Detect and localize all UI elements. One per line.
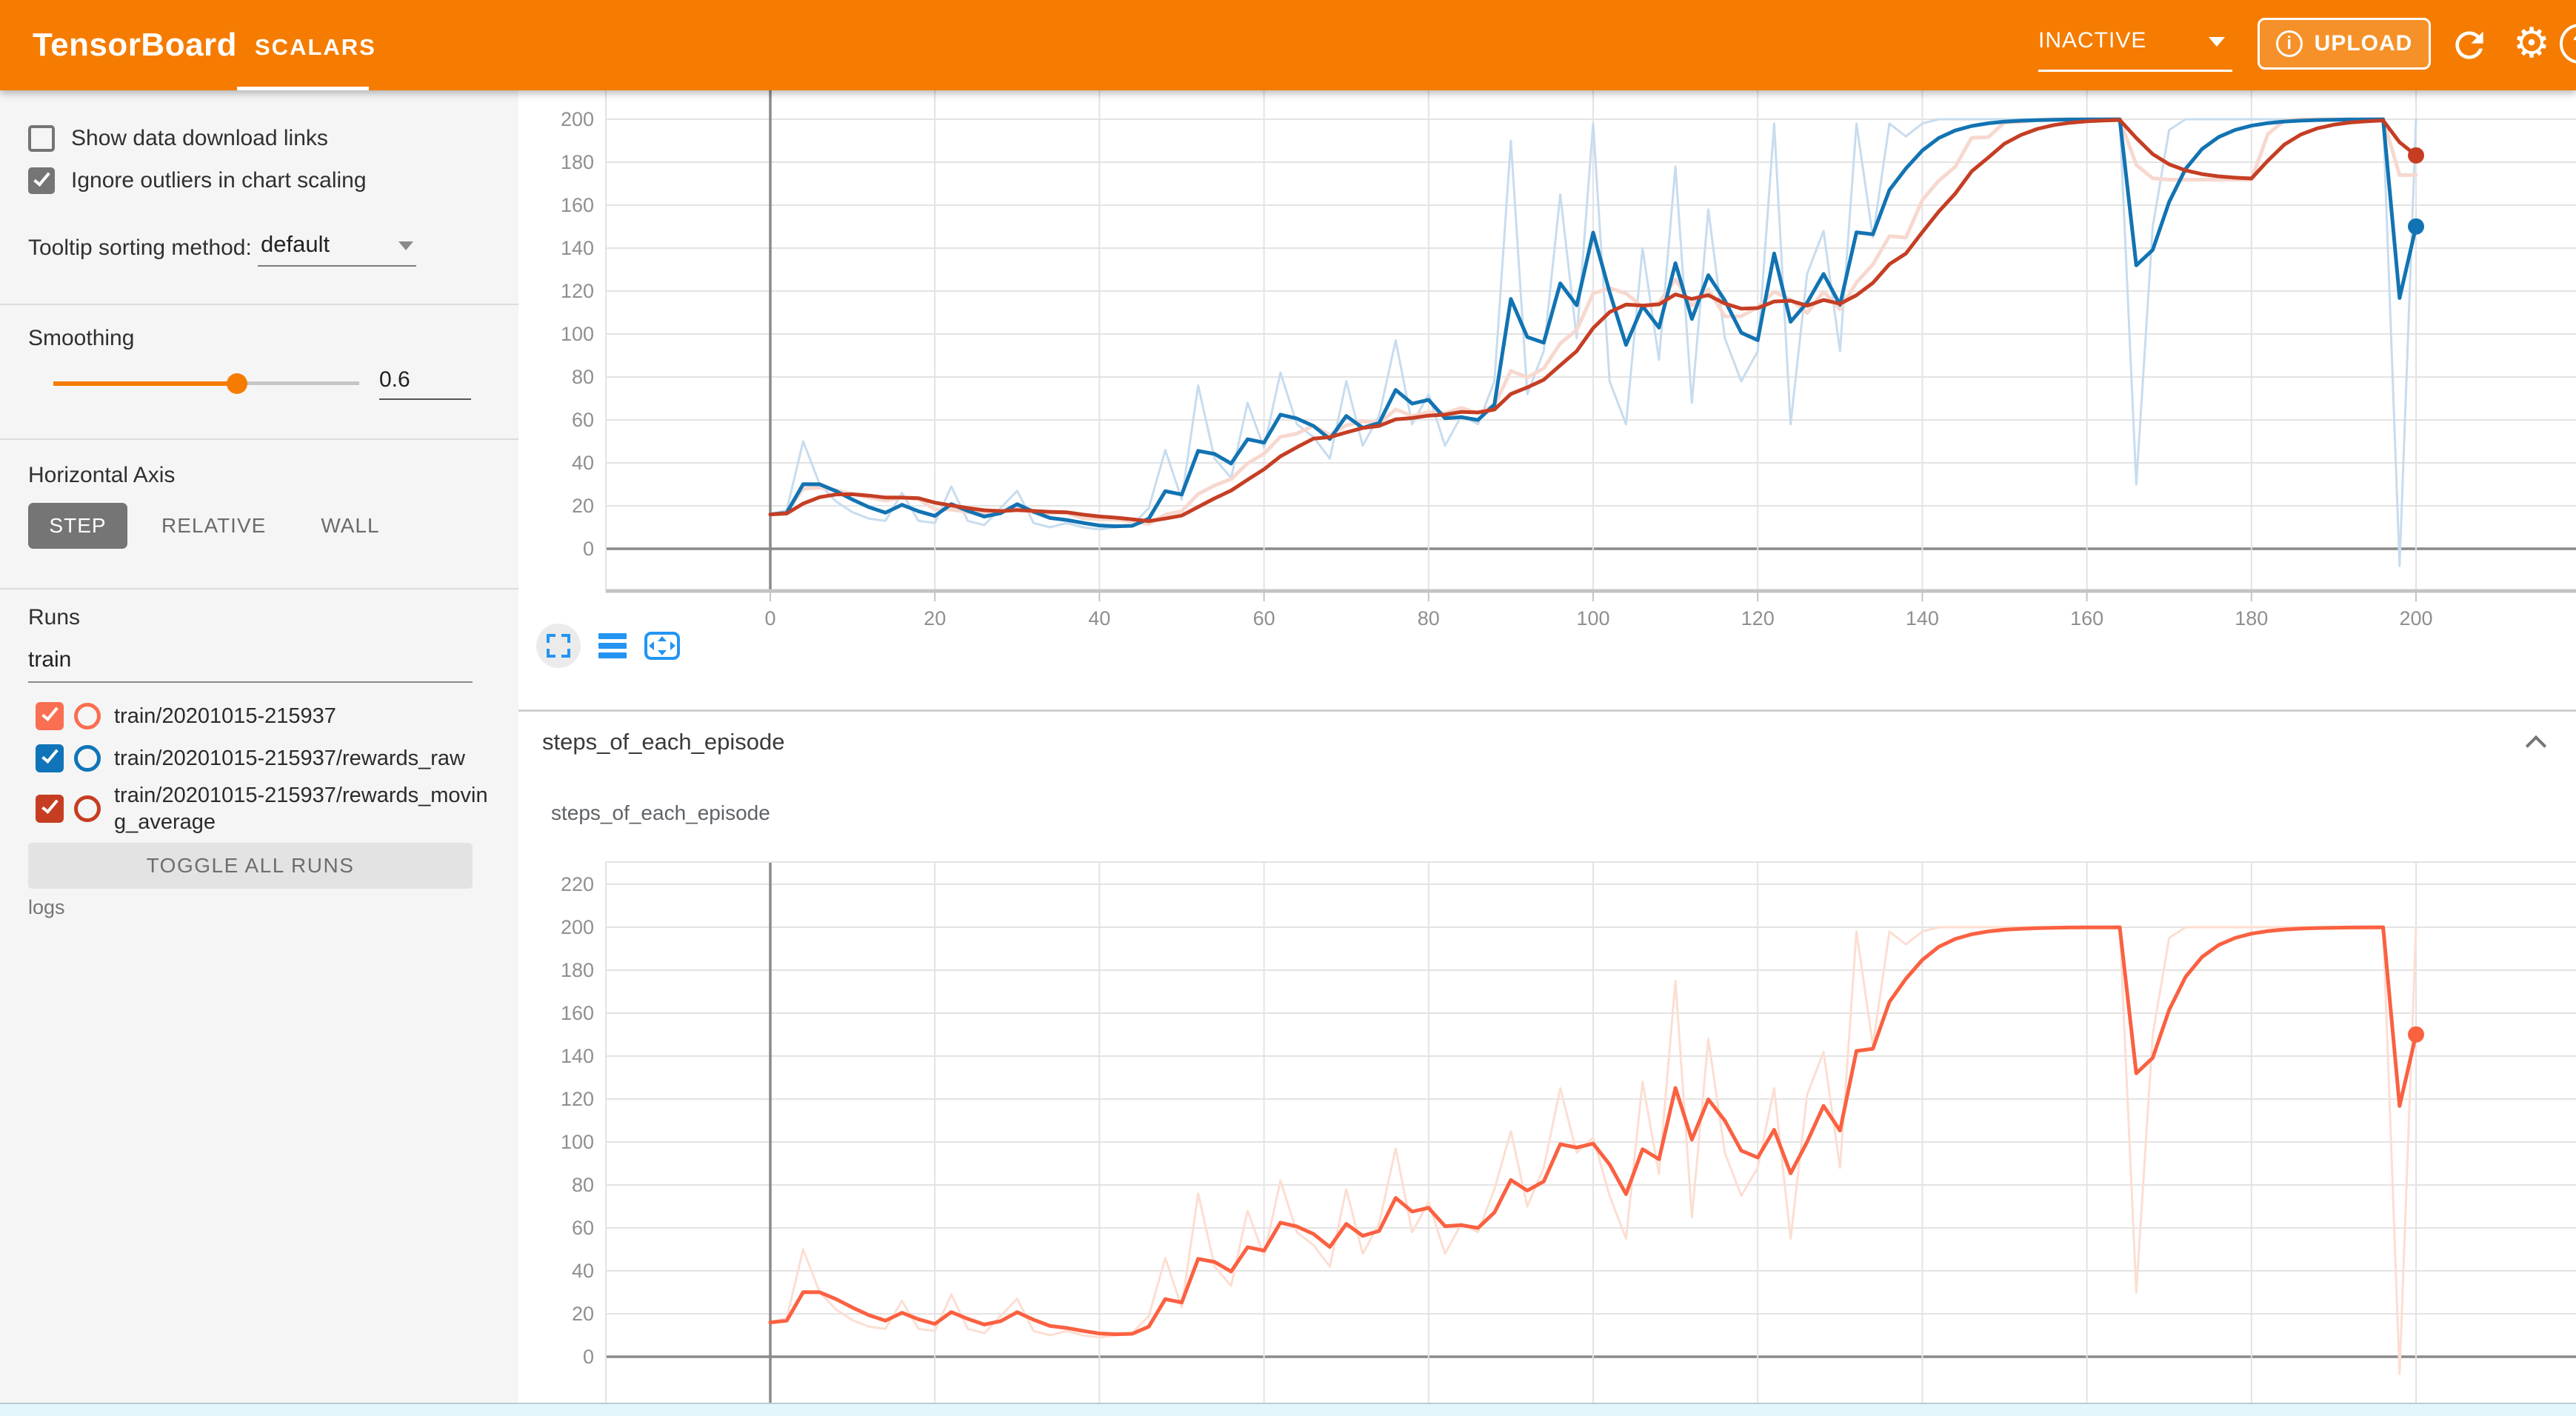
svg-text:160: 160 [2070,607,2103,629]
svg-text:40: 40 [572,1260,594,1282]
expand-icon [547,634,570,658]
svg-text:100: 100 [561,1131,594,1153]
smoothing-label: Smoothing [28,326,134,351]
run-row-2[interactable]: train/20201015-215937/rewards_moving_ave… [36,782,488,835]
svg-text:200: 200 [561,916,594,938]
svg-text:120: 120 [561,1088,594,1110]
run-row-1[interactable]: train/20201015-215937/rewards_raw [36,744,488,772]
run-checkbox[interactable] [36,702,64,730]
svg-text:160: 160 [561,194,594,216]
horizontal-axis-toggle: STEP RELATIVE WALL [28,503,401,549]
chart-toolbar [536,624,680,668]
svg-text:80: 80 [572,1174,594,1196]
svg-text:100: 100 [561,323,594,345]
svg-text:20: 20 [924,607,946,629]
upload-button[interactable]: i UPLOAD [2258,18,2431,70]
chevron-up-icon[interactable] [2526,735,2546,756]
info-icon: i [2276,30,2303,57]
axis-step-button[interactable]: STEP [28,503,127,549]
svg-text:180: 180 [2235,607,2268,629]
svg-text:80: 80 [572,366,594,388]
svg-text:100: 100 [1576,607,1609,629]
toggle-all-runs-button[interactable]: TOGGLE ALL RUNS [28,843,473,889]
rewards-scalar-chart[interactable]: 0 20 40 60 80 100 120 140 160 180 200 0 20 40 60 80 100 1… [518,90,2576,683]
settings-sidebar: Show data download links Ignore outliers… [0,90,518,1403]
smoothing-slider[interactable] [53,381,359,386]
run-checkbox[interactable] [36,744,64,772]
check-icon [33,169,50,187]
gear-icon[interactable]: ⚙ [2511,18,2552,59]
tab-scalars[interactable]: SCALARS [255,34,376,61]
run-row-0[interactable]: train/20201015-215937 [36,702,488,730]
ignore-outliers-checkbox[interactable] [28,167,55,194]
data-status-label: INACTIVE [2038,28,2146,53]
show-download-links-checkbox[interactable] [28,125,55,152]
rewards-chart-card: 0 20 40 60 80 100 120 140 160 180 200 0 20 40 60 80 100 1… [518,90,2576,709]
svg-text:0: 0 [583,538,594,560]
svg-text:140: 140 [1906,607,1939,629]
svg-text:200: 200 [2399,607,2432,629]
app-title: TensorBoard [33,27,237,64]
slider-handle[interactable] [227,373,247,394]
section-steps-of-each-episode[interactable]: steps_of_each_episode [518,709,2576,772]
tooltip-sorting-select[interactable]: default [258,231,416,267]
fit-domain-icon[interactable] [644,632,680,660]
svg-text:200: 200 [561,108,594,130]
run-color-ring [74,745,101,772]
svg-text:220: 220 [561,873,594,895]
svg-text:120: 120 [1741,607,1775,629]
chevron-down-icon [398,241,413,250]
axis-wall-button[interactable]: WALL [300,503,400,549]
runs-label: Runs [28,605,80,630]
show-download-links-row[interactable]: Show data download links [28,125,328,152]
svg-text:20: 20 [572,495,594,517]
svg-text:80: 80 [1418,607,1440,629]
svg-text:60: 60 [572,1217,594,1239]
run-checkbox[interactable] [36,795,64,823]
axis-relative-button[interactable]: RELATIVE [141,503,287,549]
data-status-select[interactable]: INACTIVE [2038,28,2232,53]
expand-chart-button[interactable] [536,624,581,668]
svg-text:120: 120 [561,280,594,302]
svg-text:180: 180 [561,151,594,173]
svg-text:60: 60 [572,409,594,431]
horizontal-scrollbar[interactable] [0,1403,2576,1416]
smoothing-value-input[interactable] [379,367,471,393]
app-bar: TensorBoard SCALARS INACTIVE i UPLOAD ⚙ … [0,0,2576,90]
horizontal-axis-label: Horizontal Axis [28,463,175,488]
runs-filter-input[interactable] [28,647,473,672]
svg-text:140: 140 [561,237,594,259]
chevron-down-icon [2209,37,2225,47]
svg-text:140: 140 [561,1045,594,1067]
run-color-ring [74,795,101,822]
toggle-log-axis-icon[interactable] [598,633,627,658]
runs-footer-logs: logs [28,896,65,919]
svg-text:160: 160 [561,1002,594,1024]
svg-text:180: 180 [561,959,594,981]
svg-text:60: 60 [1253,607,1275,629]
section-title: steps_of_each_episode [542,729,784,755]
svg-text:40: 40 [572,452,594,474]
svg-text:40: 40 [1088,607,1110,629]
svg-text:20: 20 [572,1303,594,1325]
ignore-outliers-row[interactable]: Ignore outliers in chart scaling [28,167,367,194]
svg-text:0: 0 [764,607,775,629]
steps-chart-card: steps_of_each_episode 0 20 40 60 80 100 120 140… [518,772,2576,1403]
help-icon[interactable]: ? [2560,24,2576,64]
steps-scalar-chart[interactable]: 0 20 40 60 80 100 120 140 160 180 200 220 [518,772,2576,1403]
run-color-ring [74,703,101,729]
tab-active-underline [237,87,369,90]
main-content: 0204060801001201401601802000204060801001… [518,90,2576,1416]
svg-text:0: 0 [583,1346,594,1368]
chart-title: steps_of_each_episode [551,801,770,825]
refresh-icon[interactable] [2449,24,2490,66]
